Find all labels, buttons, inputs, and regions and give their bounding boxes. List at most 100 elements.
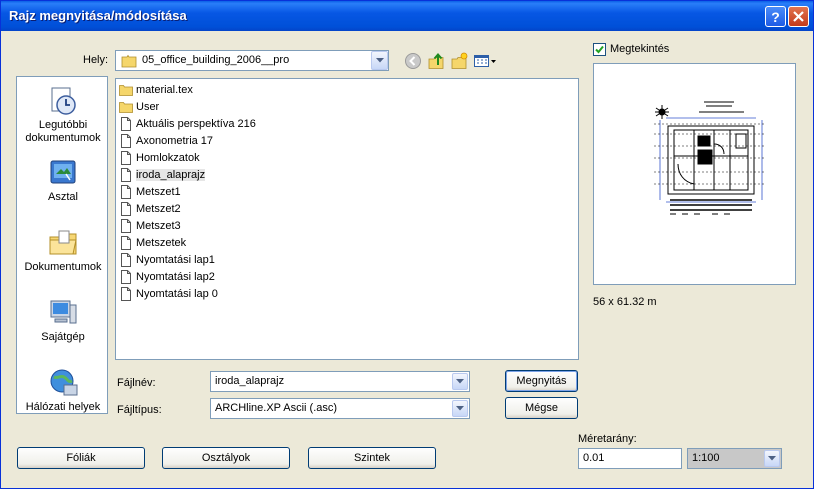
filename-dropdown-button[interactable] (452, 373, 468, 390)
place-label: Dokumentumok (24, 261, 102, 273)
scale-ratio-dropdown-button[interactable] (764, 450, 780, 467)
document-icon (121, 202, 131, 216)
location-dropdown-button[interactable] (371, 51, 388, 70)
list-item[interactable]: Axonometria 17 (119, 133, 213, 149)
filename-value: iroda_alaprajz (215, 375, 285, 387)
list-item[interactable]: Metszet2 (119, 201, 181, 217)
folder-icon (121, 54, 137, 68)
window-title: Rajz megnyitása/módosítása (9, 8, 187, 23)
recent-documents-icon (51, 87, 76, 115)
file-name: Axonometria 17 (136, 135, 214, 147)
place-recent[interactable]: Legutóbbi dokumentumok (17, 85, 109, 145)
document-icon (121, 185, 131, 199)
classes-button[interactable]: Osztályok (162, 447, 290, 469)
place-label: Hálózati helyek (25, 401, 101, 413)
file-name: User (136, 101, 160, 113)
scale-value: 0.01 (583, 452, 605, 464)
file-name: Homlokzatok (136, 152, 200, 164)
checkmark-icon (595, 45, 604, 54)
new-folder-icon[interactable] (450, 52, 468, 70)
network-places-icon (50, 369, 78, 396)
preview-dimensions: 56 x 61.32 m (593, 296, 657, 308)
open-button[interactable]: Megnyitás (505, 370, 578, 392)
scale-input[interactable]: 0.01 (578, 448, 682, 469)
close-icon (793, 11, 804, 22)
file-name: Metszet2 (136, 203, 181, 215)
filetype-combo[interactable]: ARCHline.XP Ascii (.asc) (210, 398, 470, 419)
close-button[interactable] (788, 6, 809, 27)
place-desktop[interactable]: Asztal (17, 157, 109, 204)
document-icon (121, 117, 131, 131)
place-my-computer[interactable]: Sajátgép (17, 297, 109, 344)
filename-combo[interactable]: iroda_alaprajz (210, 371, 470, 392)
preview-checkbox[interactable] (593, 43, 606, 56)
document-icon (121, 151, 131, 165)
list-item[interactable]: Homlokzatok (119, 150, 200, 166)
location-combo[interactable]: 05_office_building_2006__pro (115, 50, 389, 71)
list-item[interactable]: Nyomtatási lap 0 (119, 286, 218, 302)
filetype-label: Fájltípus: (117, 404, 162, 416)
file-name: Metszet3 (136, 220, 181, 232)
chevron-down-icon (456, 406, 464, 411)
document-icon (121, 134, 131, 148)
open-drawing-dialog: Rajz megnyitása/módosítása ? Hely: 05_of… (0, 0, 814, 489)
chevron-down-icon (768, 456, 776, 461)
file-list[interactable]: material.tex User Aktuális perspektíva 2… (115, 78, 579, 360)
preview-panel (593, 63, 796, 285)
back-icon[interactable] (404, 52, 422, 70)
places-bar: Legutóbbi dokumentumok Asztal Dokumentum… (16, 76, 108, 414)
place-label: Asztal (48, 191, 78, 203)
my-documents-icon (49, 230, 77, 255)
document-icon (121, 270, 131, 284)
scale-ratio-value: 1:100 (692, 452, 720, 464)
document-icon (121, 219, 131, 233)
folder-icon (119, 85, 133, 96)
filetype-dropdown-button[interactable] (452, 400, 468, 417)
place-label: Sajátgép (41, 331, 85, 343)
file-name: iroda_alaprajz (136, 169, 206, 181)
chevron-down-icon (375, 58, 384, 63)
file-name: Nyomtatási lap2 (136, 271, 215, 283)
levels-button[interactable]: Szintek (308, 447, 436, 469)
folder-icon (119, 102, 133, 113)
location-value: 05_office_building_2006__pro (142, 54, 290, 66)
scale-label: Méretarány: (578, 433, 637, 445)
file-name: Nyomtatási lap 0 (136, 288, 218, 300)
list-item[interactable]: Metszet3 (119, 218, 181, 234)
list-item[interactable]: User (119, 99, 159, 115)
my-computer-icon (50, 300, 77, 324)
list-item[interactable]: Nyomtatási lap2 (119, 269, 215, 285)
file-name: Metszetek (136, 237, 187, 249)
file-name: Metszet1 (136, 186, 181, 198)
list-item-selected[interactable]: iroda_alaprajz (119, 167, 206, 183)
layers-button[interactable]: Fóliák (17, 447, 145, 469)
list-item[interactable]: Metszet1 (119, 184, 181, 200)
list-item[interactable]: Nyomtatási lap1 (119, 252, 215, 268)
chevron-down-icon (456, 379, 464, 384)
desktop-icon (50, 160, 76, 184)
cancel-button[interactable]: Mégse (505, 397, 578, 419)
file-name: Aktuális perspektíva 216 (136, 118, 256, 130)
drawing-thumbnail (654, 101, 766, 215)
list-item[interactable]: material.tex (119, 82, 193, 98)
filetype-value: ARCHline.XP Ascii (.asc) (215, 402, 338, 414)
list-item[interactable]: Aktuális perspektíva 216 (119, 116, 256, 132)
help-button[interactable]: ? (765, 6, 786, 27)
filename-label: Fájlnév: (117, 377, 156, 389)
view-menu-icon[interactable] (473, 52, 497, 70)
title-bar[interactable]: Rajz megnyitása/módosítása ? (1, 1, 813, 31)
scale-ratio-combo[interactable]: 1:100 (687, 448, 782, 469)
document-icon (121, 168, 131, 182)
file-name: material.tex (136, 84, 193, 96)
up-folder-icon[interactable] (427, 52, 445, 70)
place-label: Legutóbbi dokumentumok (25, 119, 101, 144)
file-name: Nyomtatási lap1 (136, 254, 215, 266)
document-icon (121, 253, 131, 267)
place-network[interactable]: Hálózati helyek (17, 367, 109, 414)
place-documents[interactable]: Dokumentumok (17, 227, 109, 274)
document-icon (121, 287, 131, 301)
document-icon (121, 236, 131, 250)
list-item[interactable]: Metszetek (119, 235, 186, 251)
preview-checkbox-label: Megtekintés (610, 43, 670, 55)
location-label: Hely: (83, 54, 109, 66)
